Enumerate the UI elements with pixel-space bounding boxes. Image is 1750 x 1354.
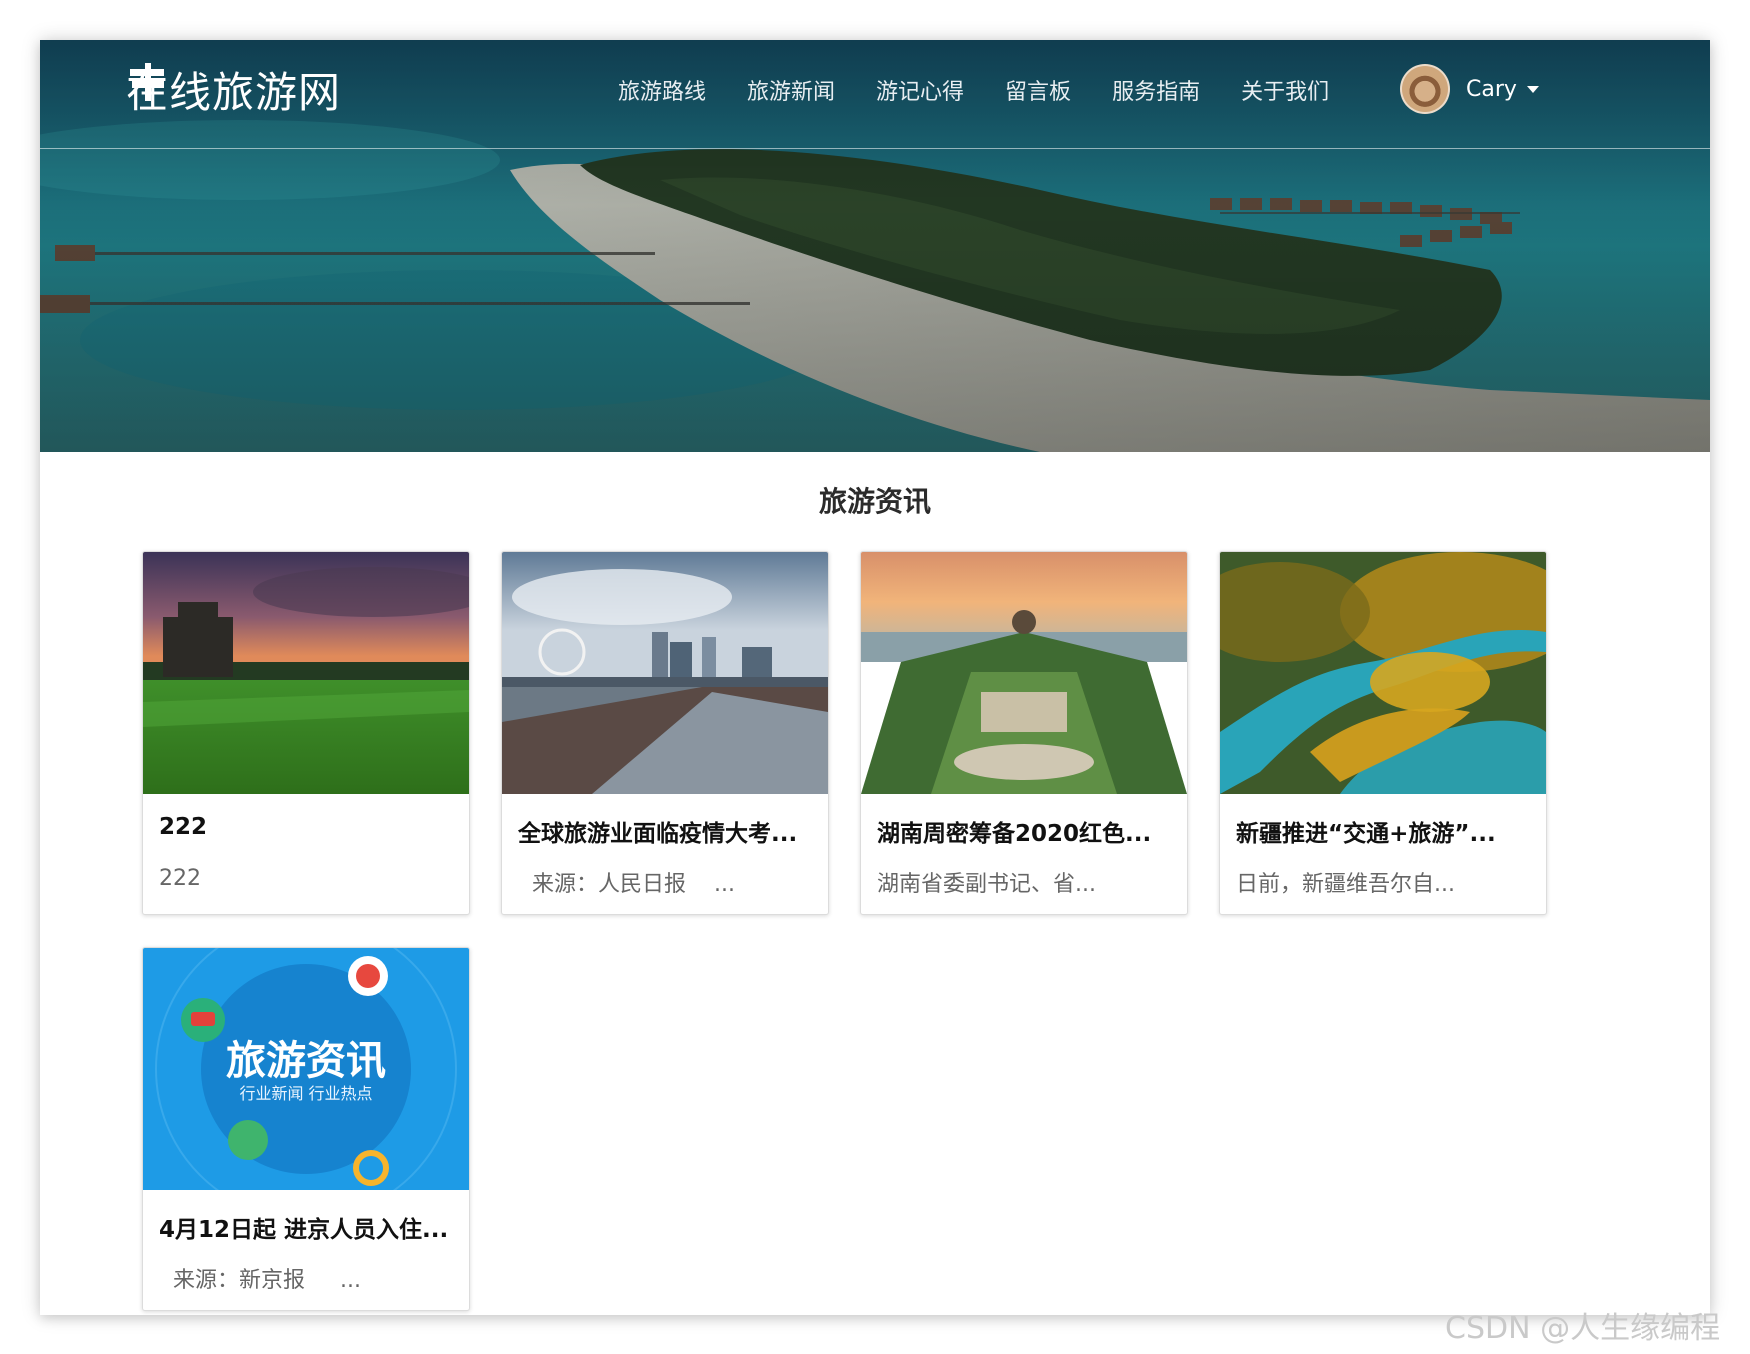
news-card-image [861,552,1187,794]
news-card[interactable]: 新疆推进“交通+旅游”... 日前，新疆维吾尔自... [1219,551,1547,915]
avatar [1400,64,1450,114]
brand[interactable]: 在线旅游网 [126,60,341,118]
user-menu[interactable]: Cary [1400,64,1539,114]
nav-item-service-guide[interactable]: 服务指南 [1112,74,1200,106]
news-card-summary: 来源：新京报 ... [159,1268,361,1293]
signpost-icon [130,63,164,101]
news-card-image [143,552,469,794]
main-nav: 旅游路线 旅游新闻 游记心得 留言板 服务指南 关于我们 [618,70,1370,110]
hero-banner: 在线旅游网 旅游路线 旅游新闻 游记心得 留言板 服务指南 关于我们 Cary [40,40,1710,452]
user-name: Cary [1466,76,1517,102]
news-card-title: 湖南周密筹备2020红色... [877,821,1152,847]
news-card-image: 旅游资讯 行业新闻 行业热点 [143,948,469,1190]
caret-down-icon [1526,85,1539,93]
news-card-summary: 湖南省委副书记、省... [877,872,1096,897]
news-card[interactable]: 222 222 [142,551,470,915]
nav-item-about-us[interactable]: 关于我们 [1241,74,1329,106]
news-card[interactable]: 湖南周密筹备2020红色... 湖南省委副书记、省... [860,551,1188,915]
news-card-summary: 来源：人民日报 ... [518,872,735,897]
news-card-image [1220,552,1546,794]
top-navbar: 在线旅游网 旅游路线 旅游新闻 游记心得 留言板 服务指南 关于我们 Cary [40,40,1710,149]
card-image-headline: 旅游资讯 [226,1038,386,1084]
nav-item-travel-notes[interactable]: 游记心得 [876,74,964,106]
card-image-subline: 行业新闻 行业热点 [239,1084,373,1103]
news-card-title: 新疆推进“交通+旅游”... [1236,821,1496,847]
news-card-title: 222 [159,814,208,840]
news-card-title: 全球旅游业面临疫情大考... [518,821,798,847]
browser-window: 在线旅游网 旅游路线 旅游新闻 游记心得 留言板 服务指南 关于我们 Cary … [40,40,1710,1315]
news-card-summary: 222 [159,866,201,891]
news-card-summary: 日前，新疆维吾尔自... [1236,872,1455,897]
news-card-title: 4月12日起 进京人员入住... [159,1217,449,1243]
news-card[interactable]: 旅游资讯 行业新闻 行业热点 4月12日起 进京人员入住... 来源：新京报 .… [142,947,470,1311]
news-card-image [502,552,828,794]
nav-item-message-board[interactable]: 留言板 [1005,74,1071,106]
news-card[interactable]: 全球旅游业面临疫情大考... 来源：人民日报 ... [501,551,829,915]
nav-item-routes[interactable]: 旅游路线 [618,74,706,106]
nav-item-news[interactable]: 旅游新闻 [747,74,835,106]
section-title: 旅游资讯 [818,485,931,518]
watermark: CSDN @人生缘编程 [1445,1311,1721,1346]
